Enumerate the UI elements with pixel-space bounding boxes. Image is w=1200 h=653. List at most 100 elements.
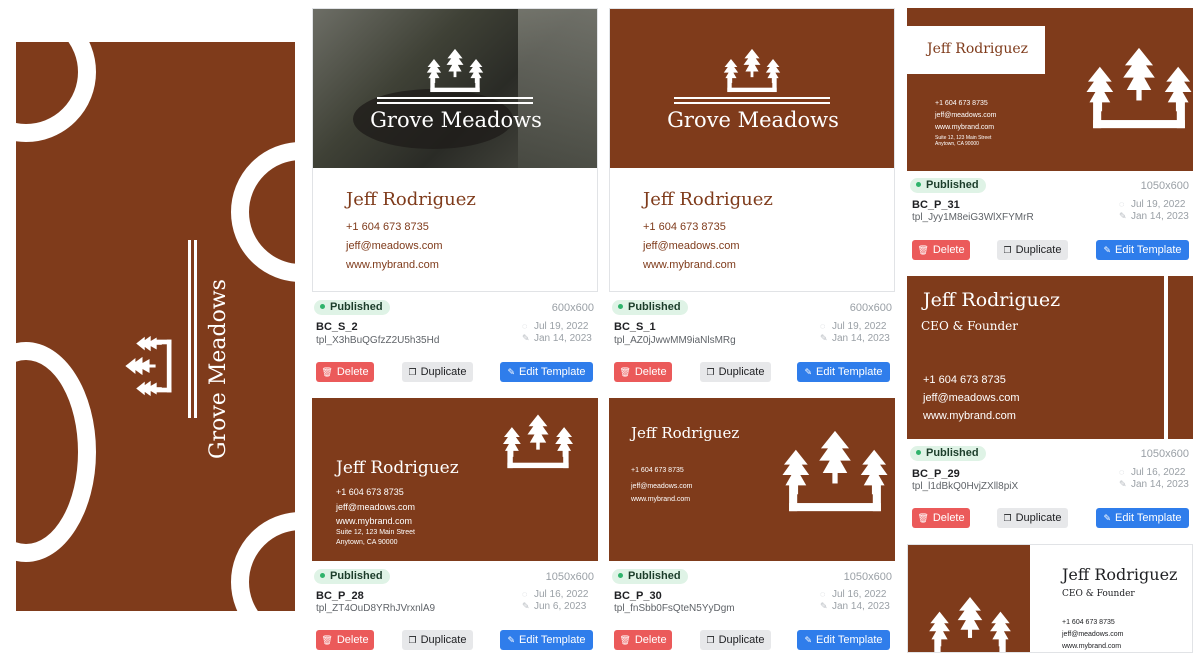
person-name: Jeff Rodriguez [927,41,1029,57]
edit-date-icon: ✎ [820,601,828,611]
pine-tree-logo [502,408,574,476]
logo-divider [674,97,830,99]
edit-date-icon: ✎ [522,601,530,611]
template-id: tpl_fnSbb0FsQteN5YyDgm [614,603,735,614]
template-id: tpl_l1dBkQ0HvjZXll8piX [912,481,1019,492]
copy-icon: ❐ [408,367,417,377]
trash-icon: 🗑 [321,367,333,377]
template-id: tpl_X3hBuQGfzZ2U5h35Hd [316,335,440,346]
website: www.mybrand.com [923,410,1016,422]
job-title: CEO & Founder [1062,589,1135,599]
logo-divider [377,102,533,104]
person-name: Jeff Rodriguez [631,424,740,442]
delete-button[interactable]: 🗑 Delete [912,240,970,260]
website: www.mybrand.com [935,124,995,131]
delete-button[interactable]: 🗑 Delete [316,362,374,382]
template-preview[interactable]: Jeff Rodriguez CEO & Founder +1 604 673 … [907,544,1193,653]
duplicate-button[interactable]: ❐ Duplicate [700,630,771,650]
duplicate-button[interactable]: ❐ Duplicate [700,362,771,382]
duplicate-button[interactable]: ❐ Duplicate [402,362,473,382]
phone: +1 604 673 8735 [923,374,1006,386]
address-line-2: Anytown, CA 90000 [336,539,398,546]
phone: +1 604 673 8735 [935,100,988,107]
delete-button[interactable]: 🗑 Delete [316,630,374,650]
edit-template-button[interactable]: ✎ Edit Template [500,630,593,650]
duplicate-button[interactable]: ❐ Duplicate [997,508,1068,528]
phone: +1 604 673 8735 [643,221,726,233]
delete-button[interactable]: 🗑 Delete [614,630,672,650]
address-line-1: Suite 12, 123 Main Street [336,529,415,536]
template-size: 1050x600 [1140,448,1189,460]
delete-button[interactable]: 🗑 Delete [912,508,970,528]
phone: +1 604 673 8735 [1062,619,1115,626]
created-date: ◌ Jul 16, 2022 [522,589,589,600]
edit-date-icon: ✎ [820,333,828,343]
job-title: CEO & Founder [921,319,1018,333]
created-date: ◌ Jul 19, 2022 [1119,199,1186,210]
template-preview[interactable]: Jeff Rodriguez +1 604 673 8735 jeff@mead… [907,8,1193,171]
template-preview[interactable]: Jeff Rodriguez +1 604 673 8735 jeff@mead… [609,398,895,561]
template-size: 1050x600 [1140,180,1189,192]
trash-icon: 🗑 [619,635,631,645]
edit-template-button[interactable]: ✎ Edit Template [1096,240,1189,260]
pencil-icon: ✎ [1103,513,1112,523]
status-badge: Published [612,569,688,584]
accent-stripe [1164,276,1168,439]
large-preview-card[interactable]: Grove Meadows [16,42,295,611]
duplicate-button[interactable]: ❐ Duplicate [402,630,473,650]
pine-tree-logo [119,335,191,397]
edit-date-icon: ✎ [1119,211,1127,221]
calendar-icon: ◌ [522,589,528,599]
template-size: 600x600 [849,302,892,314]
pine-tree-logo [723,45,781,97]
website: www.mybrand.com [631,496,691,503]
pine-tree-logo [928,589,1012,653]
edit-template-button[interactable]: ✎ Edit Template [797,630,890,650]
calendar-icon: ◌ [820,321,826,331]
template-size: 1050x600 [843,571,892,583]
email: jeff@meadows.com [923,392,1020,404]
template-preview[interactable]: Grove Meadows Jeff Rodriguez +1 604 673 … [312,8,598,292]
logo-divider [674,102,830,104]
template-code: BC_P_30 [614,590,662,602]
company-name: Grove Meadows [667,108,839,132]
template-id: tpl_AZ0jJwwMM9iaNlsMRg [614,335,736,346]
edit-template-button[interactable]: ✎ Edit Template [500,362,593,382]
pencil-icon: ✎ [507,635,516,645]
edit-template-button[interactable]: ✎ Edit Template [1096,508,1189,528]
email: jeff@meadows.com [643,240,740,252]
email: jeff@meadows.com [336,502,416,512]
calendar-icon: ◌ [1119,199,1125,209]
status-badge: Published [314,569,390,584]
email: jeff@meadows.com [631,483,693,490]
calendar-icon: ◌ [820,589,826,599]
edit-template-button[interactable]: ✎ Edit Template [797,362,890,382]
updated-date: ✎ Jan 14, 2023 [1119,479,1189,490]
template-code: BC_P_31 [912,199,960,211]
updated-date: ✎ Jan 14, 2023 [522,333,592,344]
template-code: BC_P_28 [316,590,364,602]
updated-date: ✎ Jan 14, 2023 [820,601,890,612]
template-code: BC_S_2 [316,321,358,333]
pencil-icon: ✎ [804,367,813,377]
delete-button[interactable]: 🗑 Delete [614,362,672,382]
created-date: ◌ Jul 19, 2022 [820,321,887,332]
pencil-icon: ✎ [1103,245,1112,255]
template-preview[interactable]: Jeff Rodriguez +1 604 673 8735 jeff@mead… [312,398,598,561]
template-preview[interactable]: Grove Meadows Jeff Rodriguez +1 604 673 … [609,8,895,292]
pencil-icon: ✎ [507,367,516,377]
logo-divider [377,97,533,99]
template-id: tpl_Jyy1M8eiG3WlXFYMrR [912,212,1034,223]
template-size: 1050x600 [545,571,594,583]
email: jeff@meadows.com [1062,631,1124,638]
phone: +1 604 673 8735 [346,221,429,233]
logo-divider [188,240,191,418]
template-preview[interactable]: Jeff Rodriguez CEO & Founder +1 604 673 … [907,276,1193,439]
trash-icon: 🗑 [917,513,929,523]
pine-tree-logo [1085,34,1193,144]
status-badge: Published [612,300,688,315]
duplicate-button[interactable]: ❐ Duplicate [997,240,1068,260]
pine-tree-logo [781,422,889,522]
phone: +1 604 673 8735 [631,467,684,474]
person-name: Jeff Rodriguez [336,458,459,478]
